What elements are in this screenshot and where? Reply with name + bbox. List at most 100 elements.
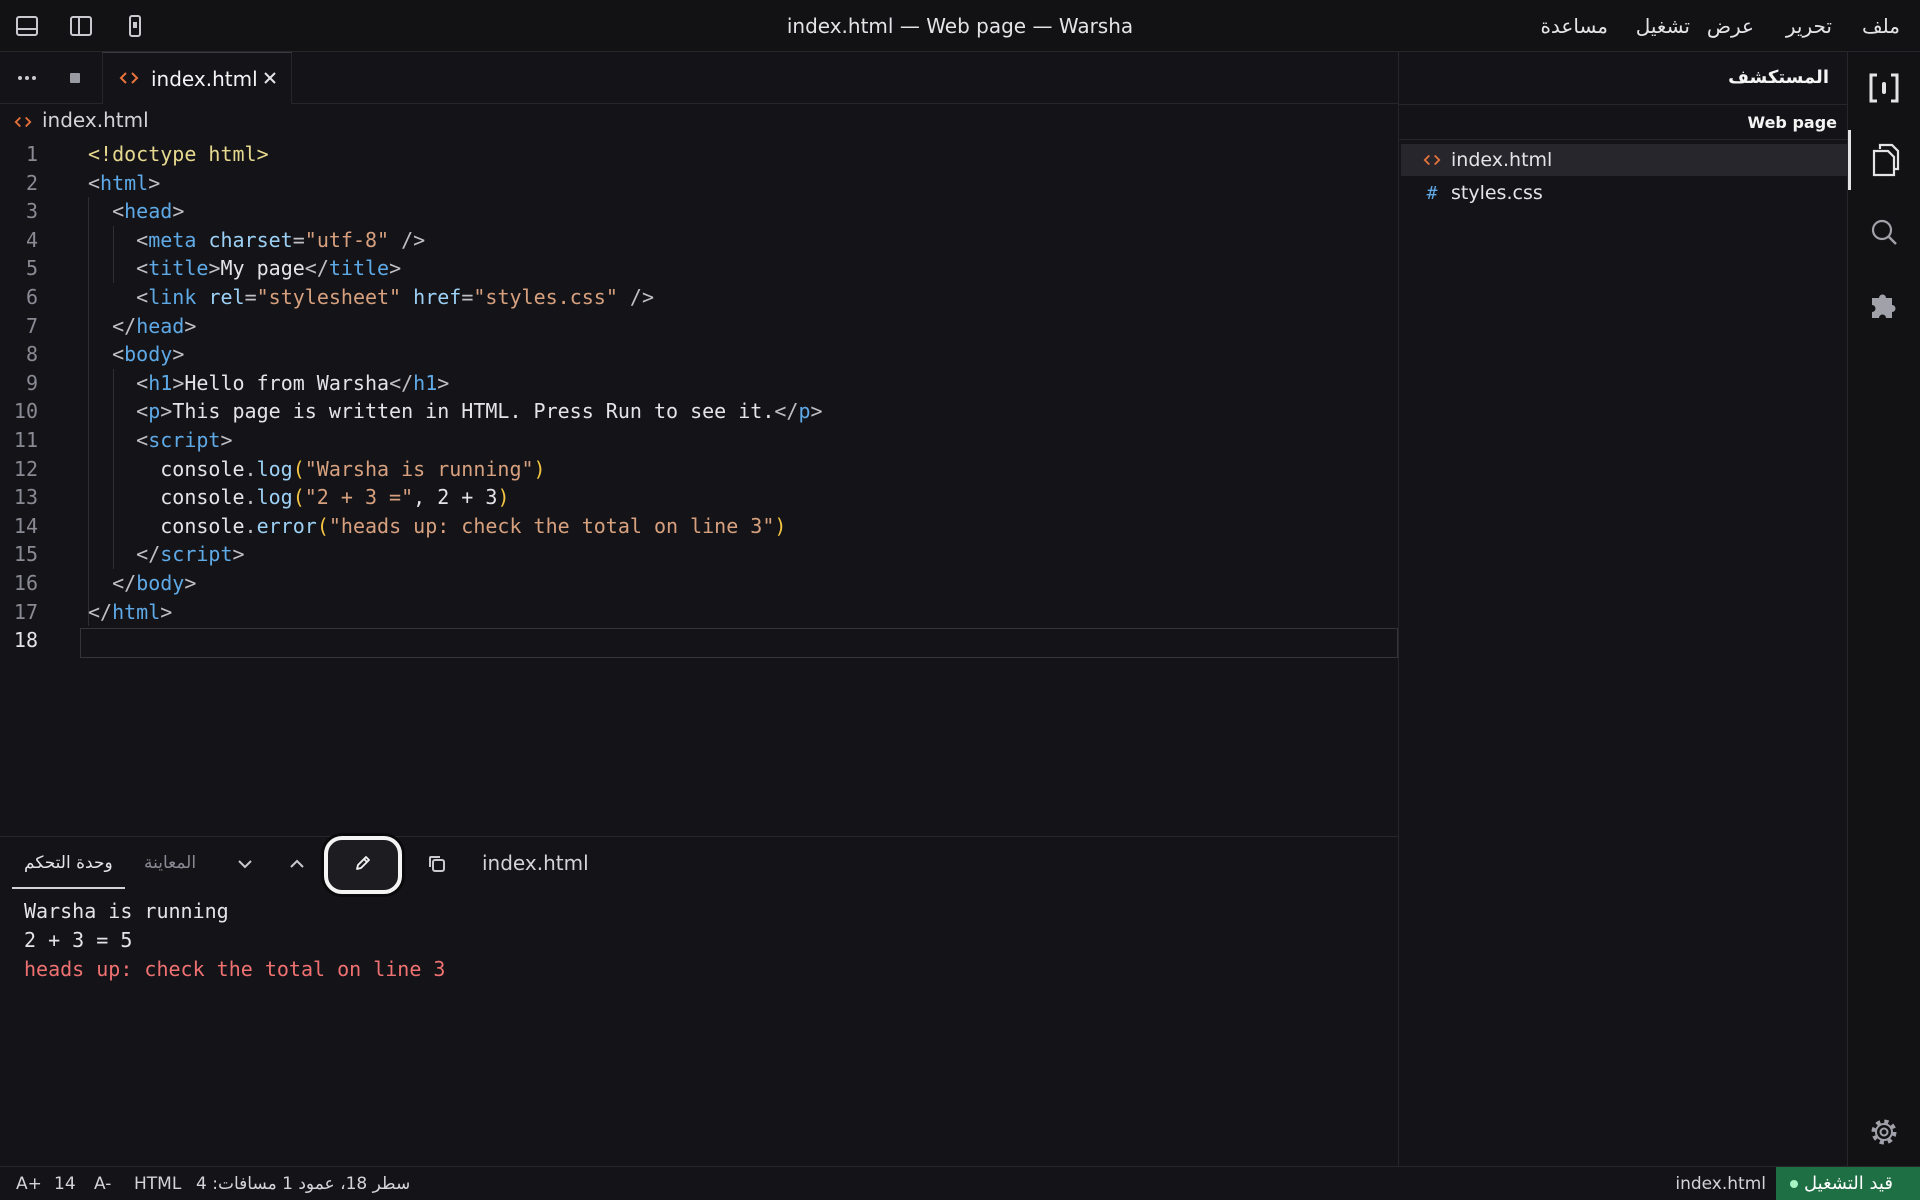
code-token: ) [774,513,787,538]
code-token: , 2 + 3 [413,485,498,510]
code-line: 8 <body> [0,340,1398,369]
code-line: 2 <html> [0,169,1398,198]
status-dot-icon [1790,1180,1798,1188]
line-number: 9 [25,370,38,395]
menu-help[interactable]: مساعدة [1540,0,1608,52]
line-number: 2 [25,170,38,195]
line-number: 17 [13,599,38,624]
file-item-styles-css[interactable]: # styles.css [1401,177,1847,209]
chevron-up-icon[interactable] [284,851,310,877]
mobile-preview-icon[interactable] [122,14,148,38]
line-number: 13 [13,485,38,510]
code-token: > [389,256,402,281]
code-line-active: 18 [0,626,1398,655]
code-token: "heads up: check the total on line 3" [328,513,775,538]
code-token: <html> [88,169,160,198]
code-token: > [184,570,197,595]
panel-toolbar: وحدة التحكم المعاينة index.html [0,837,1398,889]
code-token: </head> [88,312,196,341]
code-token: log [256,456,293,481]
breadcrumb-label[interactable]: index.html [42,108,149,132]
code-token: p [148,399,161,424]
tab-console[interactable]: وحدة التحكم [12,837,125,889]
code-line: 13 console.log("2 + 3 =", 2 + 3) [0,483,1398,512]
code-token: console.error("heads up: check the total… [88,512,786,541]
stop-icon[interactable] [62,66,88,90]
menu-view[interactable]: عرض [1707,0,1754,52]
chevron-down-icon[interactable] [232,851,258,877]
code-token: </script> [88,540,244,569]
code-token: p [798,399,811,424]
code-token: = [292,227,305,252]
line-number: 11 [13,427,38,452]
code-token: script [148,427,221,452]
code-token: > [437,370,450,395]
code-token: </ [112,570,137,595]
code-token: <h1>Hello from Warsha</h1> [88,369,449,398]
title-bar: index.html — Web page — Warsha ملف تحرير… [0,0,1920,52]
code-line: 3 <head> [0,197,1398,226]
running-label: قيد التشغيل [1804,1173,1893,1194]
code-editor[interactable]: 1 <!doctype html> 2 <html> 3 <head> 4 <met… [0,140,1398,658]
explorer-files-icon[interactable] [1848,130,1920,190]
html-icon [14,113,32,135]
explorer-sidebar: المستكشف Web page index.html # styles.cs… [1398,52,1849,1166]
code-token: </html> [88,598,172,627]
code-token: < [136,227,149,252]
zoom-out-button[interactable]: A- [94,1167,111,1200]
file-item-index-html[interactable]: index.html [1401,144,1847,176]
search-icon[interactable] [1848,202,1920,262]
menu-edit[interactable]: تحرير [1786,0,1832,52]
settings-gear-icon[interactable] [1848,1102,1920,1162]
code-line: 1 <!doctype html> [0,140,1398,169]
code-token: html [100,170,149,195]
tab-index-html[interactable]: index.html [102,52,292,104]
code-token: error [256,513,317,538]
code-token: <script> [88,426,232,455]
code-token: > [172,199,185,224]
menu-run[interactable]: تشغيل [1636,0,1690,52]
line-number: 1 [25,142,38,166]
folder-label: Web page [1747,113,1837,132]
edit-button[interactable] [324,836,402,894]
copy-icon[interactable] [424,851,450,877]
code-token: < [136,427,149,452]
code-line: 9 <h1>Hello from Warsha</h1> [0,369,1398,398]
line-number: 6 [25,284,38,309]
zoom-in-button[interactable]: A+ [16,1167,42,1200]
line-number: 18 [13,628,38,653]
code-token: > [810,399,823,424]
code-token: ( [292,456,305,481]
code-token: h1 [413,370,438,395]
code-token: title [148,256,209,281]
toggle-sidebar-icon[interactable] [68,14,94,38]
code-token: console [160,485,245,510]
tab-preview[interactable]: المعاينة [144,837,196,889]
code-token: href [413,284,462,309]
menu-file[interactable]: ملف [1862,0,1900,52]
more-actions-icon[interactable] [14,66,40,90]
extensions-icon[interactable] [1848,274,1920,334]
tab-label: index.html [151,67,258,91]
code-token: meta [148,227,197,252]
code-token: console [160,456,245,481]
language-mode[interactable]: HTML [134,1167,181,1200]
line-number: 3 [25,199,38,224]
code-token: > [172,342,185,367]
line-number: 8 [25,342,38,367]
line-number: 5 [25,256,38,281]
code-token: <!doctype html> [88,142,269,166]
code-token: "utf-8" [304,227,390,252]
toggle-panel-icon[interactable] [14,14,40,38]
html-icon [1421,149,1443,171]
app-logo-icon [1848,58,1920,118]
folder-header[interactable]: Web page [1399,104,1849,140]
console-panel: وحدة التحكم المعاينة index.html Warsha i… [0,836,1398,1166]
code-token: html [112,599,161,624]
cursor-position[interactable]: سطر 18، عمود 1 مسافات: 4 [196,1167,410,1200]
code-token: <meta charset="utf-8" /> [88,226,425,255]
explorer-title: المستكشف [1728,67,1829,88]
close-icon[interactable] [259,67,281,89]
code-line: 6 <link rel="stylesheet" href="styles.cs… [0,283,1398,312]
code-token: Hello from Warsha [184,370,390,395]
